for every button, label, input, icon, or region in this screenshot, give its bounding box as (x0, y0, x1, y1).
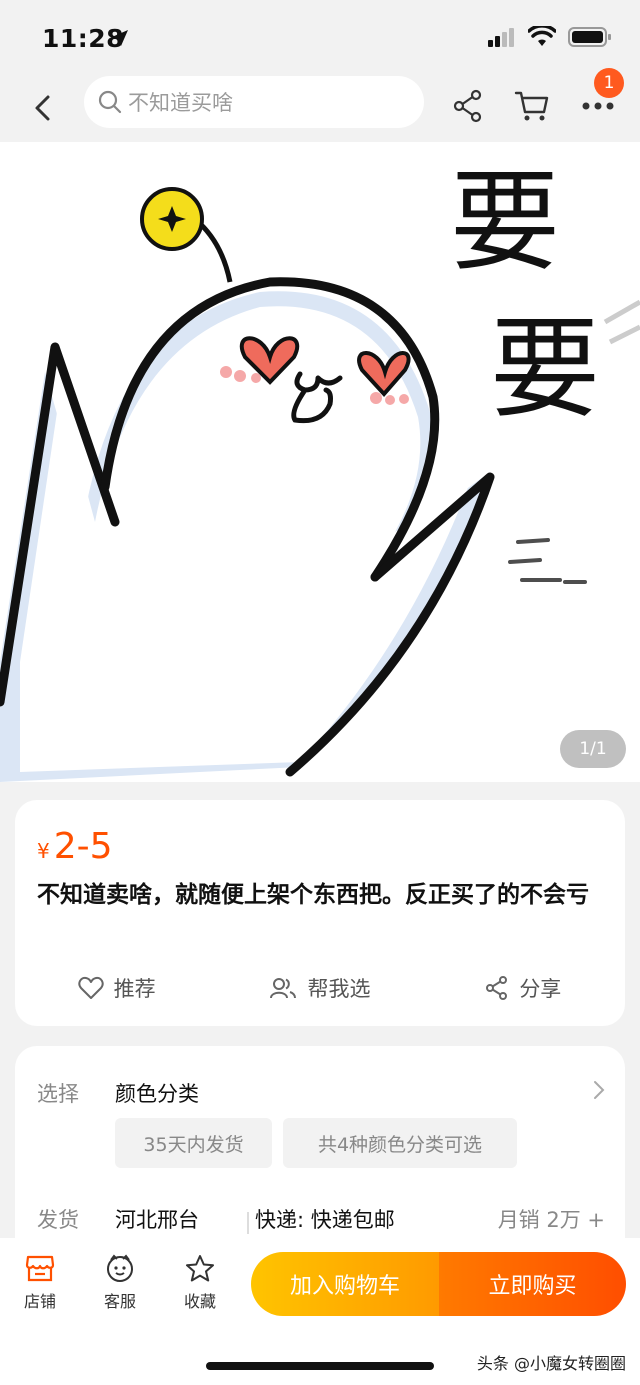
options-card: 选择 颜色分类 35天内发货 共4种颜色分类可选 发货 河北邢台 快递: 快递包… (15, 1046, 625, 1266)
store-label: 店铺 (23, 1292, 56, 1311)
favorite-label: 收藏 (183, 1292, 216, 1311)
top-nav: 不知道买啥 1 (0, 68, 640, 142)
home-indicator[interactable] (206, 1362, 434, 1370)
share-label: 分享 (519, 977, 562, 1001)
price: ¥ 2-5 (37, 826, 113, 867)
product-title: 不知道卖啥，就随便上架个东西把。反正买了的不会亏 (37, 882, 589, 908)
ship-from: 河北邢台 (115, 1208, 199, 1232)
location-arrow-icon (110, 28, 130, 52)
status-bar: 11:28 (0, 0, 640, 76)
favorite-tab[interactable]: 收藏 (165, 1254, 235, 1312)
store-tab[interactable]: 店铺 (5, 1254, 75, 1312)
watermark: 头条 @小魔女转圈圈 (476, 1354, 626, 1373)
search-input[interactable]: 不知道买啥 (84, 76, 424, 128)
buy-now-button[interactable]: 立即购买 (439, 1252, 626, 1316)
cart-button[interactable] (512, 86, 552, 126)
service-icon (107, 1254, 133, 1282)
divider (247, 1212, 249, 1234)
select-value[interactable]: 颜色分类 (115, 1078, 199, 1108)
cart-badge: 1 (594, 68, 624, 98)
color-options-chip[interactable]: 共4种颜色分类可选 (283, 1118, 517, 1168)
image-pager: 1/1 (560, 730, 626, 768)
recommend-button[interactable]: 推荐 (15, 968, 218, 1008)
sticker-text-1: 要 (450, 158, 560, 286)
bottom-bar: 店铺 客服 收藏 加入购物车 立即购买 头条 @小魔女转圈圈 (0, 1238, 640, 1385)
search-placeholder: 不知道买啥 (128, 91, 233, 115)
status-icons (488, 24, 612, 52)
share-icon (453, 89, 482, 123)
more-dots-icon (582, 102, 614, 110)
product-actions: 推荐 帮我选 分享 (15, 968, 625, 1008)
service-tab[interactable]: 客服 (85, 1254, 155, 1312)
help-me-choose-label: 帮我选 (307, 977, 371, 1001)
people-icon (270, 978, 297, 999)
sticker-text-2: 要 (490, 305, 600, 433)
select-label: 选择 (37, 1082, 79, 1106)
delivery-chip[interactable]: 35天内发货 (115, 1118, 272, 1168)
wifi-icon (527, 24, 557, 52)
heart-icon (78, 976, 104, 999)
cartoon-illustration: 要 要 (0, 158, 640, 782)
store-icon (25, 1255, 55, 1282)
help-me-choose-button[interactable]: 帮我选 (218, 968, 421, 1008)
chevron-right-icon[interactable] (593, 1080, 605, 1104)
price-value: 2-5 (53, 826, 113, 867)
cart-icon (514, 91, 549, 121)
add-to-cart-button[interactable]: 加入购物车 (251, 1252, 439, 1316)
ship-label: 发货 (37, 1208, 79, 1232)
chevron-left-icon (35, 95, 50, 121)
share-button[interactable] (448, 86, 488, 126)
share-icon (486, 976, 508, 1000)
ship-method: 快递: 快递包邮 (255, 1208, 395, 1232)
monthly-sales: 月销 2万 + (497, 1208, 605, 1232)
signal-icon (488, 27, 516, 51)
star-icon (186, 1255, 214, 1282)
share-action-button[interactable]: 分享 (422, 968, 625, 1008)
service-label: 客服 (103, 1292, 136, 1311)
product-info-card: ¥ 2-5 不知道卖啥，就随便上架个东西把。反正买了的不会亏 推荐 帮我选 分享 (15, 800, 625, 1026)
back-button[interactable] (26, 88, 58, 128)
recommend-label: 推荐 (113, 977, 156, 1001)
currency-symbol: ¥ (37, 839, 50, 863)
search-icon (98, 90, 122, 114)
product-image[interactable]: 要 要 1/1 (0, 142, 640, 782)
battery-icon (568, 26, 612, 52)
